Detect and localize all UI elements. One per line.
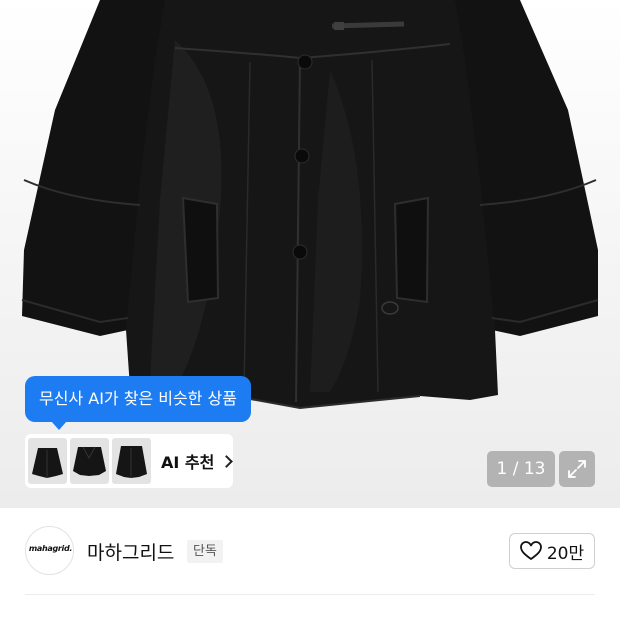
heart-outline-icon bbox=[519, 541, 542, 560]
seller-row: mahagrid. 마하그리드 단독 20만 bbox=[0, 508, 620, 594]
chevron-right-icon bbox=[220, 454, 234, 468]
brand-logo[interactable]: mahagrid. bbox=[25, 526, 74, 575]
product-image-leather-jacket bbox=[21, 0, 599, 410]
brand-name[interactable]: 마하그리드 bbox=[87, 538, 174, 565]
product-image-gallery[interactable]: 무신사 AI가 찾은 비슷한 상품 AI 추천 1 / 13 bbox=[0, 0, 620, 508]
expand-icon[interactable] bbox=[559, 451, 595, 487]
exclusive-badge: 단독 bbox=[187, 540, 223, 563]
like-button[interactable]: 20만 bbox=[509, 533, 595, 569]
brand-logo-text: mahagrid. bbox=[28, 544, 73, 553]
image-pager: 1 / 13 bbox=[487, 451, 555, 487]
like-count: 20만 bbox=[546, 543, 585, 564]
ai-recommendation-button[interactable]: AI 추천 bbox=[25, 434, 234, 488]
divider bbox=[25, 594, 595, 595]
jacket-thumb-icon[interactable] bbox=[112, 438, 151, 484]
jacket-thumb-icon[interactable] bbox=[70, 438, 109, 484]
ai-recommendation-label: AI 추천 bbox=[161, 453, 215, 472]
jacket-thumb-icon[interactable] bbox=[28, 438, 67, 484]
ai-similar-tooltip: 무신사 AI가 찾은 비슷한 상품 bbox=[25, 376, 251, 430]
